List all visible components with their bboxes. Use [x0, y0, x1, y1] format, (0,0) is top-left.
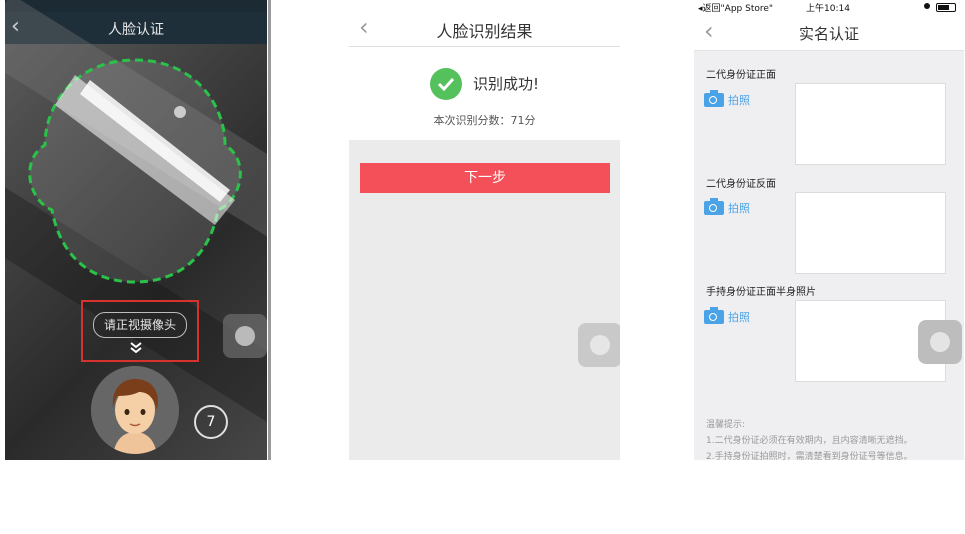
assistive-touch-button[interactable]: [223, 314, 267, 358]
tips-line: 1.二代身份证必须在有效期内，且内容清晰无遮挡。: [706, 436, 913, 446]
assistive-touch-button[interactable]: [578, 323, 620, 367]
tips-line: 2.手持身份证拍照时，需清楚看到身份证号等信息。: [706, 452, 913, 460]
back-to-app-link[interactable]: ◂返回"App Store": [698, 1, 773, 14]
assistive-touch-button[interactable]: [918, 320, 962, 364]
page-title: 实名认证: [798, 25, 859, 43]
success-message: 识别成功!: [473, 75, 540, 93]
page-title: 人脸识别结果: [436, 22, 533, 41]
face-illustration-icon: [91, 366, 179, 454]
tips-title: 温馨提示:: [706, 420, 746, 430]
status-bar: [5, 0, 267, 12]
nav-bar: ‹ 人脸识别结果: [349, 10, 620, 47]
shoot-button-id-front[interactable]: 拍照: [728, 92, 750, 108]
check-circle-icon: [430, 68, 462, 100]
face-capture-screen: ‹ 人脸认证 请正视摄像头 7: [5, 0, 267, 460]
status-bar: ◂返回"App Store" 上午10:14: [694, 0, 964, 14]
section-label-id-front: 二代身份证正面: [706, 70, 776, 81]
nav-bar: ‹ 实名认证: [694, 14, 964, 51]
camera-icon[interactable]: [704, 307, 724, 324]
photo-slot-id-front[interactable]: [795, 83, 946, 165]
battery-icon: [936, 3, 956, 12]
shoot-button-handheld[interactable]: 拍照: [728, 309, 750, 325]
result-header: ‹ 人脸识别结果 识别成功! 本次识别分数：71分: [349, 0, 620, 140]
camera-icon[interactable]: [704, 198, 724, 215]
camera-icon[interactable]: [704, 90, 724, 107]
section-label-handheld: 手持身份证正面半身照片: [706, 287, 816, 298]
countdown-badge: 7: [194, 405, 228, 439]
orientation-lock-icon: [924, 3, 930, 9]
section-label-id-back: 二代身份证反面: [706, 179, 776, 190]
photo-slot-id-back[interactable]: [795, 192, 946, 274]
shoot-button-id-back[interactable]: 拍照: [728, 200, 750, 216]
status-time: 上午10:14: [806, 4, 850, 14]
next-step-button[interactable]: 下一步: [360, 163, 610, 193]
realname-auth-screen: ◂返回"App Store" 上午10:14 ‹ 实名认证 二代身份证正面 拍照…: [694, 0, 964, 460]
chevron-down-icon: [129, 341, 143, 358]
score-text: 本次识别分数：71分: [433, 114, 536, 127]
avatar: [91, 366, 179, 454]
face-hint-label: 请正视摄像头: [93, 312, 187, 338]
face-result-screen: ‹ 人脸识别结果 识别成功! 本次识别分数：71分 下一步: [349, 0, 620, 460]
face-outline-guide: [28, 58, 242, 284]
panel-divider: [268, 0, 271, 460]
